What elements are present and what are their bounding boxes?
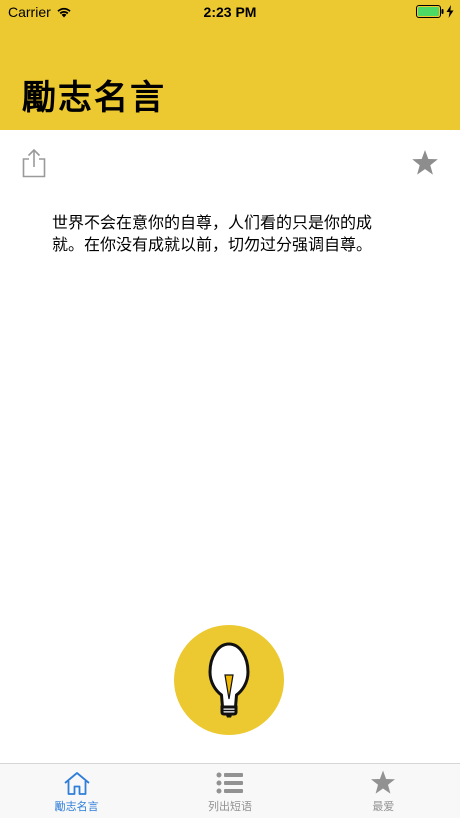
lightbulb-icon (208, 642, 250, 718)
page-title: 勵志名言 (22, 78, 166, 118)
tab-quotes[interactable]: 勵志名言 (0, 764, 153, 818)
tab-label: 最爱 (372, 800, 395, 813)
share-icon (22, 148, 46, 178)
star-icon (412, 150, 438, 175)
favorite-button[interactable] (410, 148, 440, 178)
tab-favorites[interactable]: 最爱 (307, 764, 460, 818)
tab-bar: 勵志名言 列出短语 最爱 (0, 763, 460, 818)
status-time: 2:23 PM (203, 4, 257, 20)
header-bar: Carrier 2:23 PM 勵志名言 (0, 0, 460, 130)
charging-bolt-icon (446, 5, 454, 18)
battery-icon (416, 5, 444, 18)
share-button[interactable] (20, 148, 48, 178)
tab-label: 列出短语 (207, 800, 252, 813)
tab-list-phrases[interactable]: 列出短语 (153, 764, 306, 818)
status-bar: Carrier 2:23 PM (0, 0, 460, 24)
app-screen: Carrier 2:23 PM 勵志名言 世界不会在意你的自尊，人们看的只是你的… (0, 0, 460, 818)
battery-indicator (416, 5, 454, 18)
star-icon (371, 770, 396, 794)
new-quote-button[interactable] (174, 625, 284, 735)
list-icon (216, 772, 243, 794)
home-icon (64, 772, 90, 795)
quote-text: 世界不会在意你的自尊，人们看的只是你的成就。在你没有成就以前，切勿过分强调自尊。 (52, 213, 373, 254)
tab-label: 勵志名言 (54, 800, 99, 813)
